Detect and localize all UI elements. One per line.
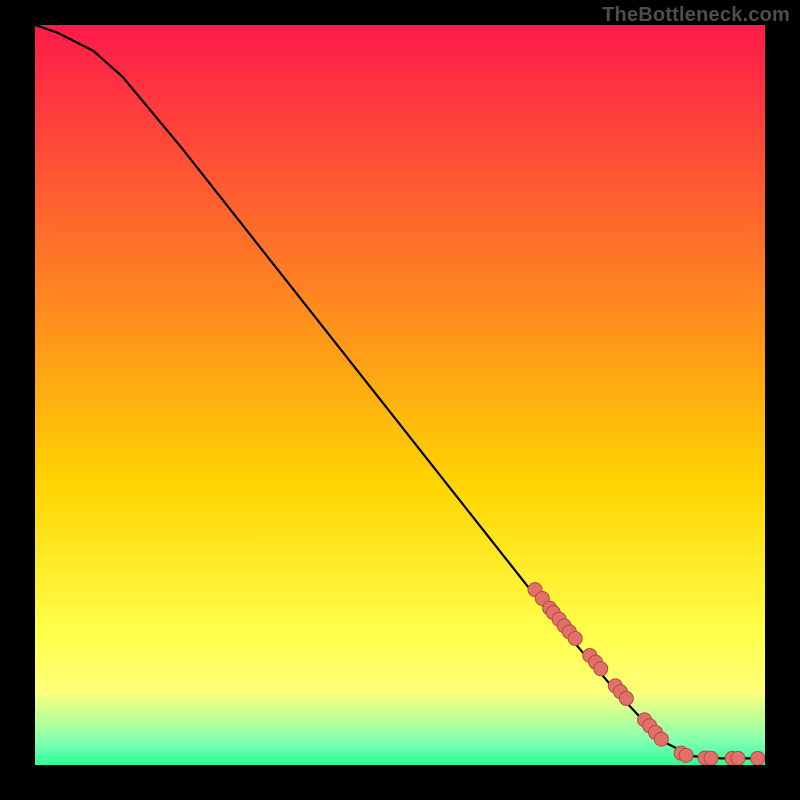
data-point bbox=[679, 748, 693, 762]
bottleneck-gradient-chart bbox=[35, 25, 765, 765]
data-point bbox=[654, 732, 668, 746]
watermark-text: TheBottleneck.com bbox=[602, 4, 790, 27]
data-point bbox=[731, 751, 745, 765]
data-point bbox=[594, 662, 608, 676]
data-point bbox=[568, 631, 582, 645]
gradient-background bbox=[35, 25, 765, 765]
plot-area bbox=[35, 25, 765, 765]
chart-frame: TheBottleneck.com bbox=[0, 0, 800, 800]
data-point bbox=[619, 691, 633, 705]
data-point bbox=[704, 751, 718, 765]
data-point bbox=[751, 751, 765, 765]
